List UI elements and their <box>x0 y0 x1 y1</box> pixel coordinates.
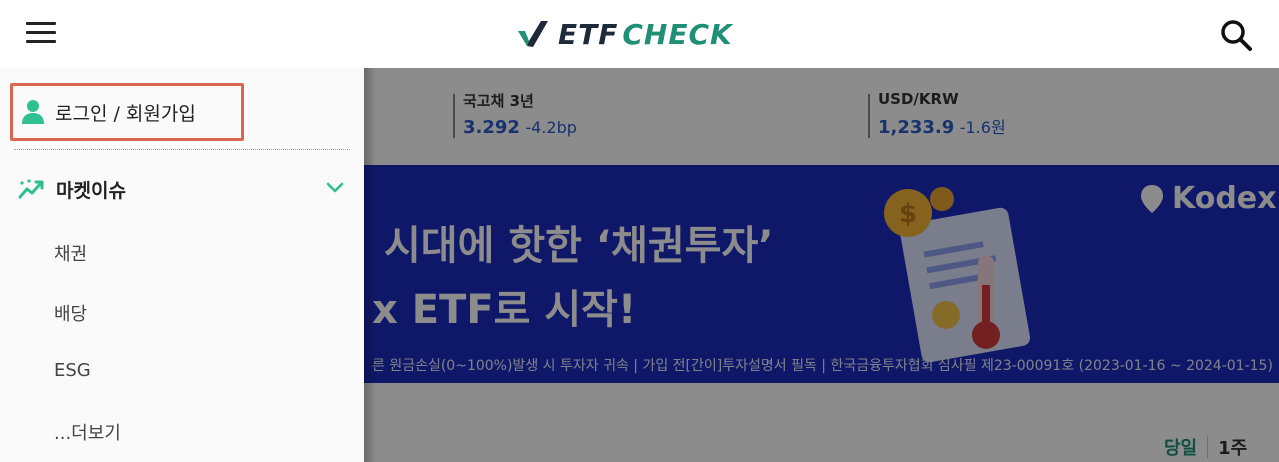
login-signup-button[interactable]: 로그인 / 회원가입 <box>10 83 244 141</box>
drawer-divider <box>14 149 350 150</box>
logo-check-icon <box>518 21 548 47</box>
drawer-shadow <box>364 68 376 462</box>
logo-text-check: CHECK <box>622 17 733 51</box>
login-signup-label: 로그인 / 회원가입 <box>55 102 196 125</box>
section-title: 마켓이슈 <box>56 179 126 202</box>
site-logo[interactable]: ETF CHECK <box>516 17 733 51</box>
user-icon <box>22 100 44 124</box>
menu-item-more[interactable]: ...더보기 <box>54 419 121 445</box>
menu-section-market-issue[interactable]: 마켓이슈 <box>18 172 348 206</box>
top-header: ETF CHECK <box>0 0 1279 68</box>
menu-item-bond[interactable]: 채권 <box>54 240 87 266</box>
chevron-down-icon[interactable] <box>326 180 344 196</box>
menu-item-esg[interactable]: ESG <box>54 360 91 381</box>
menu-icon[interactable] <box>26 22 58 46</box>
logo-text-etf: ETF <box>558 17 619 51</box>
trend-icon <box>18 179 44 199</box>
menu-item-dividend[interactable]: 배당 <box>54 300 87 326</box>
search-icon[interactable] <box>1219 18 1253 52</box>
side-drawer: 로그인 / 회원가입 마켓이슈 채권 배당 ESG ...더보기 <box>0 68 364 462</box>
